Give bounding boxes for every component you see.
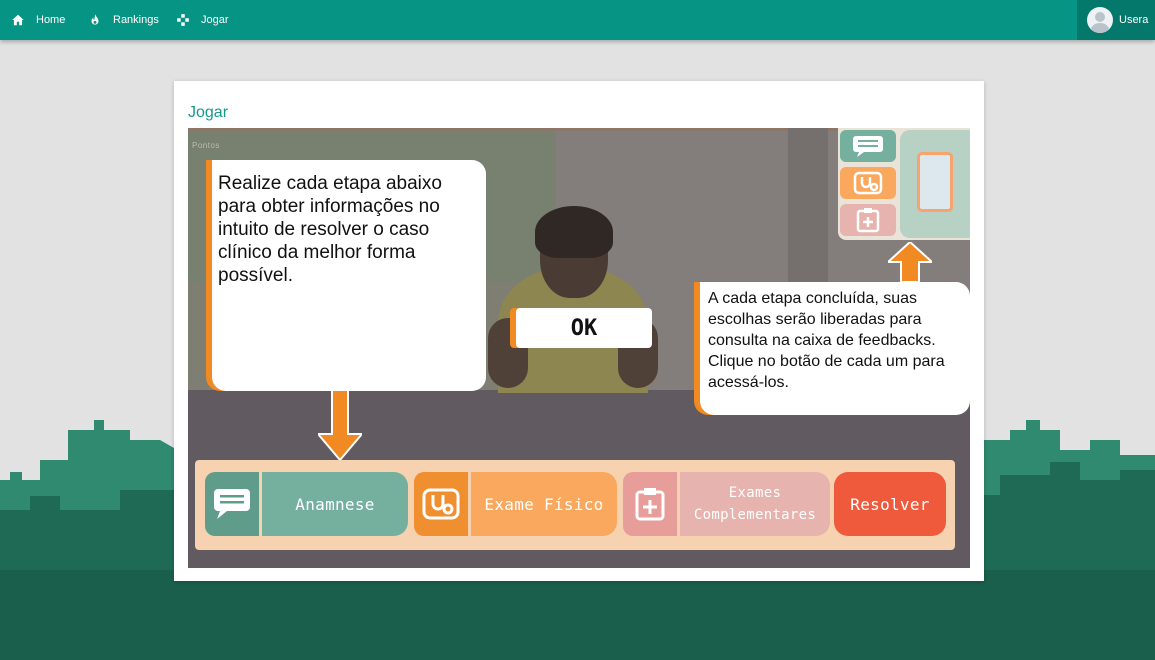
page-title: Jogar [188,104,229,121]
feedback-dialog-text: A cada etapa concluída, suas escolhas se… [708,290,945,391]
anamnese-button[interactable]: Anamnese [262,472,408,536]
resolver-button[interactable]: Resolver [834,472,946,536]
feedback-exame-fisico-button[interactable] [840,167,896,199]
gamepad-icon [177,14,189,26]
feedback-exames-complementares-button[interactable] [840,204,896,236]
feedback-panel [900,130,970,238]
stethoscope-icon [853,171,883,195]
nav-rankings-label: Rankings [113,14,159,26]
intro-dialog: Realize cada etapa abaixo para obter inf… [212,160,486,391]
exames-complementares-label-2: Complementares [693,507,817,523]
points-label: Pontos [192,141,220,150]
flame-icon [91,14,99,25]
clipboard-plus-icon [856,208,880,233]
steps-toolbar: Anamnese Exame Físico Exames Complementa… [195,460,955,550]
arrow-down-icon [318,390,362,460]
top-navbar: Home Rankings Jogar Usera [0,0,1155,40]
nav-home-label: Home [36,14,66,26]
exame-fisico-icon-button[interactable] [414,472,468,536]
clipboard-plus-icon [635,488,665,521]
game-canvas[interactable]: Pontos Realize cada etapa abaixo para ob… [188,128,970,568]
anamnese-label: Anamnese [295,494,375,514]
anamnese-icon-button[interactable] [205,472,259,536]
exames-complementares-label-1: Exames [728,485,782,501]
user-menu[interactable]: Usera [1077,0,1155,40]
avatar [1087,7,1113,33]
exames-complementares-icon-button[interactable] [623,472,677,536]
resolver-label: Resolver [850,494,930,514]
chat-icon [853,136,883,157]
patient-hair [535,206,613,258]
exame-fisico-label: Exame Físico [484,494,604,514]
nav-jogar[interactable]: Jogar [176,0,229,40]
user-name: Usera [1119,14,1149,26]
arrow-up-icon [888,242,932,282]
feedback-dialog: A cada etapa concluída, suas escolhas se… [700,282,970,415]
nav-rankings[interactable]: Rankings [88,0,159,40]
ok-button[interactable]: OK [516,308,652,348]
intro-dialog-text: Realize cada etapa abaixo para obter inf… [218,173,442,286]
chat-icon [214,489,250,519]
game-card: Jogar Pontos Realize cada etapa abaixo p… [174,81,984,581]
exame-fisico-button[interactable]: Exame Físico [471,472,617,536]
exames-complementares-button[interactable]: Exames Complementares [680,472,830,536]
nav-home[interactable]: Home [11,0,65,40]
feedback-anamnese-button[interactable] [840,130,896,162]
clipboard-icon [917,152,953,212]
home-icon [12,14,24,26]
stethoscope-icon [422,488,460,520]
feedback-box [838,128,970,240]
nav-jogar-label: Jogar [201,14,229,26]
